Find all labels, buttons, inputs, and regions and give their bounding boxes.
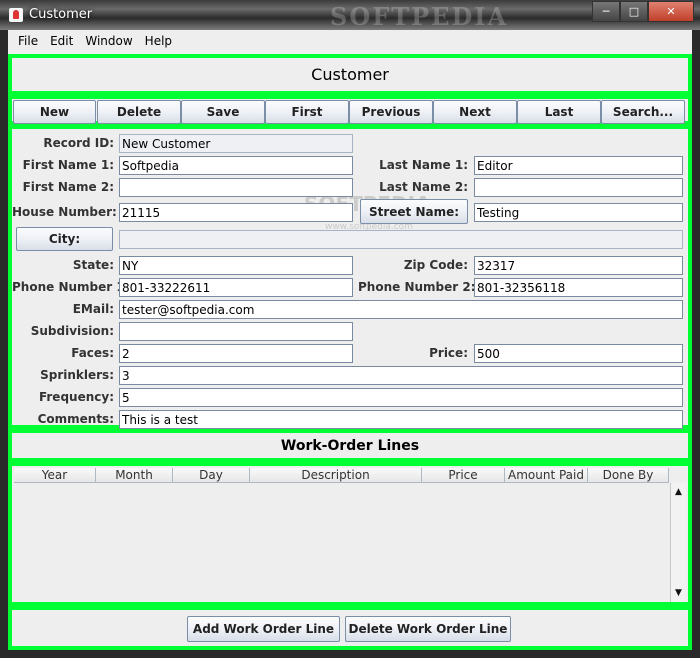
footer-panel: Add Work Order Line Delete Work Order Li… xyxy=(8,606,692,650)
add-work-order-line-button[interactable]: Add Work Order Line xyxy=(187,616,340,642)
save-button[interactable]: Save xyxy=(181,100,265,124)
column-header-description[interactable]: Description xyxy=(250,468,422,483)
work-order-table-panel: Year Month Day Description Price Amount … xyxy=(8,462,692,606)
first-name-1-label: First Name 1: xyxy=(22,158,114,172)
header-panel: Customer xyxy=(8,54,692,95)
next-button[interactable]: Next xyxy=(433,100,517,124)
table-body[interactable] xyxy=(14,483,669,602)
city-button[interactable]: City: xyxy=(16,227,113,251)
maximize-icon[interactable]: □ xyxy=(620,1,648,22)
zip-code-label: Zip Code: xyxy=(403,258,468,272)
new-button[interactable]: New xyxy=(13,100,96,124)
close-icon[interactable]: ✕ xyxy=(648,1,694,22)
last-name-1-label: Last Name 1: xyxy=(379,158,468,172)
comments-label: Comments: xyxy=(37,412,114,426)
price-label: Price: xyxy=(429,346,468,360)
first-name-2-label: First Name 2: xyxy=(22,180,114,194)
previous-button[interactable]: Previous xyxy=(349,100,433,124)
delete-button[interactable]: Delete xyxy=(97,100,181,124)
column-header-done-by[interactable]: Done By xyxy=(588,468,669,483)
frequency-label: Frequency: xyxy=(38,390,114,404)
house-number-label: House Number: xyxy=(12,205,117,219)
state-label: State: xyxy=(72,258,114,272)
phone-number-1-field[interactable] xyxy=(119,278,353,297)
street-name-field[interactable] xyxy=(474,203,683,222)
menu-help[interactable]: Help xyxy=(139,34,178,48)
faces-label: Faces: xyxy=(71,346,114,360)
delete-work-order-line-button[interactable]: Delete Work Order Line xyxy=(345,616,511,642)
minimize-icon[interactable]: ─ xyxy=(592,1,620,22)
subdivision-field[interactable] xyxy=(119,322,353,341)
first-name-2-field[interactable] xyxy=(119,178,353,197)
java-app-icon xyxy=(9,8,23,22)
column-header-price[interactable]: Price xyxy=(422,468,505,483)
sprinklers-field[interactable] xyxy=(119,366,683,385)
last-name-1-field[interactable] xyxy=(474,156,683,175)
column-header-amount-paid[interactable]: Amount Paid xyxy=(505,468,588,483)
record-id-field[interactable] xyxy=(119,134,353,153)
window-controls: ─ □ ✕ xyxy=(592,1,694,22)
record-id-label: Record ID: xyxy=(43,136,114,150)
phone-number-2-label: Phone Number 2: xyxy=(358,280,476,294)
window-client-area: File Edit Window Help Customer New Delet… xyxy=(8,30,692,650)
page-title: Customer xyxy=(311,65,389,84)
street-name-button[interactable]: Street Name: xyxy=(360,199,468,224)
frequency-field[interactable] xyxy=(119,388,683,407)
first-name-1-field[interactable] xyxy=(119,156,353,175)
work-order-title: Work-Order Lines xyxy=(280,437,420,454)
first-button[interactable]: First xyxy=(265,100,349,124)
email-field[interactable] xyxy=(119,300,683,319)
table-header: Year Month Day Description Price Amount … xyxy=(14,468,669,483)
phone-number-1-label: Phone Number 1: xyxy=(12,280,130,294)
column-header-month[interactable]: Month xyxy=(96,468,173,483)
email-label: EMail: xyxy=(72,302,114,316)
menu-edit[interactable]: Edit xyxy=(44,34,79,48)
vertical-scrollbar[interactable]: ▲ ▼ xyxy=(670,483,686,602)
scroll-down-icon[interactable]: ▼ xyxy=(671,586,686,600)
window-title: Customer xyxy=(29,7,93,22)
title-bar[interactable]: Customer SOFTPEDIA ─ □ ✕ xyxy=(0,0,700,31)
toolbar-panel: New Delete Save First Previous Next Last… xyxy=(8,95,692,125)
faces-field[interactable] xyxy=(119,344,353,363)
last-name-2-label: Last Name 2: xyxy=(379,180,468,194)
scroll-up-icon[interactable]: ▲ xyxy=(671,485,686,499)
sprinklers-label: Sprinklers: xyxy=(40,368,114,382)
zip-code-field[interactable] xyxy=(474,256,683,275)
title-watermark: SOFTPEDIA xyxy=(330,2,509,31)
last-name-2-field[interactable] xyxy=(474,178,683,197)
work-order-header-panel: Work-Order Lines xyxy=(8,429,692,462)
phone-number-2-field[interactable] xyxy=(474,278,683,297)
comments-field[interactable] xyxy=(119,410,683,429)
house-number-field[interactable] xyxy=(119,203,353,222)
customer-form-panel: SOFTPEDIA www.softpedia.com Record ID: F… xyxy=(8,125,692,429)
state-field[interactable] xyxy=(119,256,353,275)
menu-window[interactable]: Window xyxy=(79,34,138,48)
last-button[interactable]: Last xyxy=(517,100,601,124)
subdivision-label: Subdivision: xyxy=(30,324,114,338)
menu-bar: File Edit Window Help xyxy=(8,30,696,52)
city-field[interactable] xyxy=(119,230,683,249)
search-button[interactable]: Search... xyxy=(601,100,685,124)
column-header-day[interactable]: Day xyxy=(173,468,250,483)
price-field[interactable] xyxy=(474,344,683,363)
column-header-year[interactable]: Year xyxy=(14,468,96,483)
menu-file[interactable]: File xyxy=(12,34,44,48)
